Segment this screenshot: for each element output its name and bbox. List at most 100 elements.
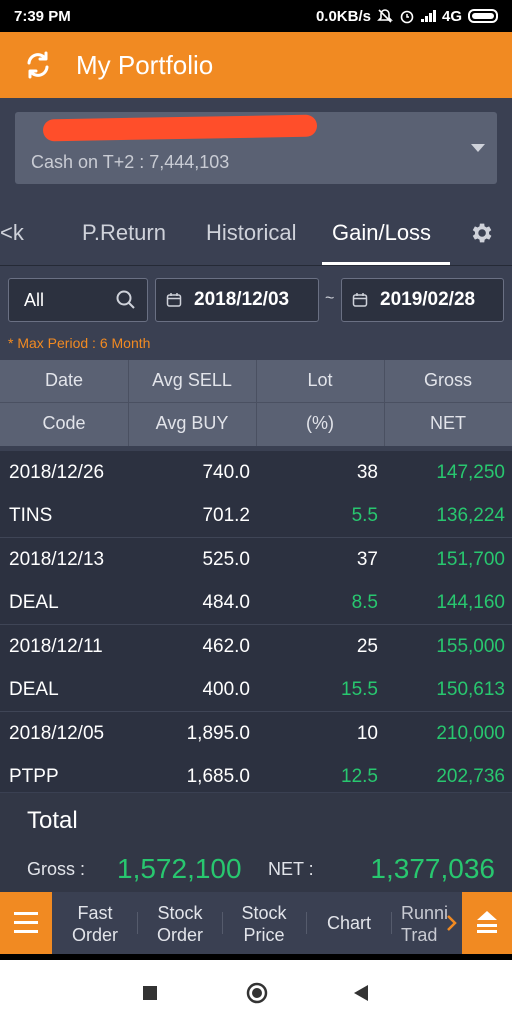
table-row[interactable]: TINS 701.2 5.5 136,224	[0, 494, 512, 537]
cell-gross: 210,000	[436, 723, 505, 744]
stock-filter-value: All	[24, 290, 45, 310]
main-content: Cash on T+2 : 7,444,103 <k P.Return Hist…	[0, 98, 512, 892]
cell-avg-sell: 740.0	[202, 462, 250, 483]
cell-avg-buy: 701.2	[202, 505, 250, 526]
nav-fast-order[interactable]: Fast Order	[62, 902, 128, 946]
cell-percent: 15.5	[341, 679, 378, 700]
cell-avg-buy: 484.0	[202, 592, 250, 613]
cell-avg-buy: 400.0	[202, 679, 250, 700]
battery-icon	[468, 9, 498, 23]
nav-label-line1: Stock	[241, 903, 287, 923]
cell-lot: 10	[356, 723, 378, 744]
nav-label-line1: Stock	[157, 903, 203, 923]
calendar-icon	[166, 293, 182, 307]
cell-lot: 38	[356, 462, 378, 483]
nav-label-line2: Order	[156, 925, 203, 945]
cell-net: 136,224	[436, 505, 505, 526]
nav-label-line1: Fast	[77, 903, 113, 923]
cell-percent: 5.5	[351, 505, 378, 526]
status-bar: 7:39 PM 0.0KB/s 4G	[0, 0, 512, 32]
header-net: NET	[430, 413, 466, 433]
nav-divider	[391, 912, 392, 934]
nav-stock-price[interactable]: Stock Price	[231, 902, 297, 946]
scroll-up-button[interactable]	[462, 892, 512, 954]
table-row[interactable]: 2018/12/11 462.0 25 155,000	[0, 625, 512, 668]
total-net-label: NET :	[268, 859, 314, 879]
bottom-nav: Fast Order Stock Order Stock Price Chart…	[0, 892, 512, 954]
table-row[interactable]: PTPP 1,685.0 12.5 202,736	[0, 755, 512, 792]
cell-date: 2018/12/26	[9, 462, 105, 483]
recents-icon[interactable]	[143, 986, 157, 1000]
cell-lot: 37	[356, 549, 378, 570]
tab-p-return[interactable]: P.Return	[82, 220, 166, 246]
cell-avg-sell: 1,895.0	[186, 723, 250, 744]
table-row[interactable]: 2018/12/05 1,895.0 10 210,000	[0, 712, 512, 755]
cell-avg-sell: 462.0	[202, 636, 250, 657]
menu-button[interactable]	[0, 892, 52, 954]
filter-bar: All 2018/12/03 ~ 2019/02/28	[0, 278, 512, 324]
chevron-down-icon[interactable]	[471, 144, 485, 152]
cell-gross: 147,250	[436, 462, 505, 483]
status-icons: 0.0KB/s 4G	[316, 8, 498, 25]
calendar-icon	[352, 293, 368, 307]
cell-code: TINS	[9, 505, 53, 526]
double-chevron-up-icon	[477, 911, 497, 933]
network-speed: 0.0KB/s	[315, 7, 371, 25]
cell-code: PTPP	[9, 766, 59, 787]
tab-historical[interactable]: Historical	[206, 220, 296, 246]
cell-gross: 151,700	[436, 549, 505, 570]
app-header: My Portfolio	[0, 32, 512, 98]
cash-on-t2: Cash on T+2 : 7,444,103	[31, 152, 230, 172]
alarm-icon	[400, 10, 414, 24]
account-selector[interactable]: Cash on T+2 : 7,444,103	[15, 112, 497, 184]
nav-chart[interactable]: Chart	[316, 912, 382, 934]
gear-icon[interactable]	[468, 220, 494, 246]
status-time: 7:39 PM	[14, 7, 71, 25]
cell-net: 202,736	[436, 766, 505, 787]
search-icon[interactable]	[115, 289, 137, 311]
total-panel: Total Gross : 1,572,100 NET : 1,377,036	[0, 793, 512, 892]
refresh-icon[interactable]	[22, 49, 54, 81]
cell-net: 144,160	[436, 592, 505, 613]
chevron-right-icon[interactable]	[446, 914, 458, 932]
cell-net: 150,613	[436, 679, 505, 700]
mute-icon	[377, 9, 393, 23]
tab-stock[interactable]: <k	[0, 220, 24, 246]
signal-icon	[420, 10, 436, 22]
cell-date: 2018/12/05	[9, 723, 105, 744]
table-row[interactable]: DEAL 484.0 8.5 144,160	[0, 581, 512, 624]
nav-divider	[137, 912, 138, 934]
cell-date: 2018/12/13	[9, 549, 105, 570]
cell-percent: 8.5	[351, 592, 378, 613]
cell-lot: 25	[356, 636, 378, 657]
header-gross: Gross	[423, 370, 472, 390]
cell-avg-sell: 525.0	[202, 549, 250, 570]
header-avg-buy: Avg BUY	[155, 413, 229, 433]
header-code: Code	[42, 413, 86, 433]
cell-percent: 12.5	[341, 766, 378, 787]
table-row[interactable]: 2018/12/13 525.0 37 151,700	[0, 538, 512, 581]
cell-avg-buy: 1,685.0	[186, 766, 250, 787]
date-from-field[interactable]: 2018/12/03	[155, 278, 319, 322]
header-lot: Lot	[307, 370, 333, 390]
table-row[interactable]: 2018/12/26 740.0 38 147,250	[0, 451, 512, 494]
date-to-field[interactable]: 2019/02/28	[341, 278, 504, 322]
hamburger-icon	[14, 912, 38, 939]
cell-code: DEAL	[9, 679, 59, 700]
network-type: 4G	[441, 7, 462, 25]
stock-filter[interactable]: All	[8, 278, 148, 322]
tab-divider	[0, 265, 512, 266]
tab-gain-loss[interactable]: Gain/Loss	[332, 220, 431, 246]
header-percent: (%)	[306, 413, 334, 433]
page-title: My Portfolio	[76, 49, 214, 80]
home-icon[interactable]	[245, 981, 269, 1005]
max-period-note: * Max Period : 6 Month	[8, 335, 151, 351]
date-range-separator: ~	[325, 290, 335, 307]
total-gross-value: 1,572,100	[117, 853, 242, 884]
redacted-account-name	[42, 114, 318, 142]
nav-stock-order[interactable]: Stock Order	[146, 902, 214, 946]
total-gross-label: Gross :	[27, 859, 86, 879]
tab-bar: <k P.Return Historical Gain/Loss	[0, 210, 512, 266]
back-icon[interactable]	[352, 984, 370, 1002]
table-row[interactable]: DEAL 400.0 15.5 150,613	[0, 668, 512, 711]
